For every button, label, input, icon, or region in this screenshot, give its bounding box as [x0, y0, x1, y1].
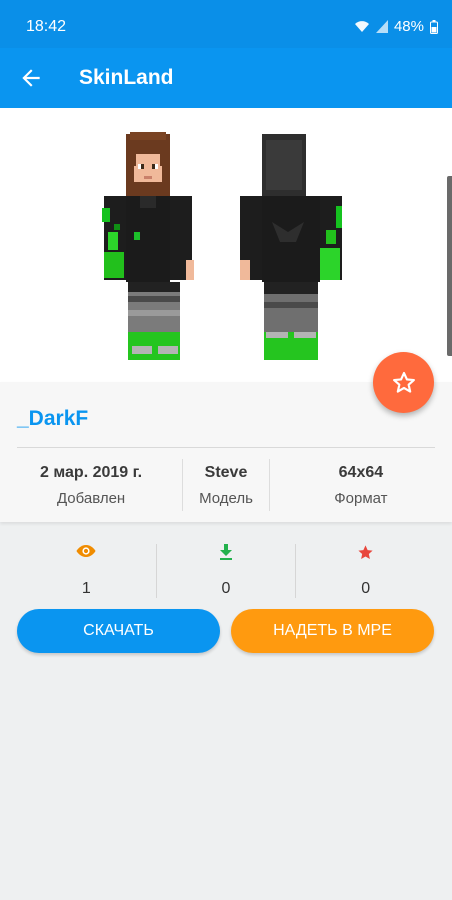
- status-bar: 18:42 48%: [0, 0, 452, 48]
- favorites-count: 0: [361, 580, 371, 597]
- format-label: Формат: [334, 489, 388, 507]
- signal-icon: [375, 20, 388, 33]
- format-value: 64x64: [338, 463, 384, 481]
- meta-format: 64x64 Формат: [270, 448, 452, 522]
- stat-downloads: 0: [157, 544, 296, 598]
- download-button[interactable]: СКАЧАТЬ: [17, 609, 220, 653]
- wifi-icon: [354, 21, 369, 32]
- status-icons: 48%: [354, 18, 438, 35]
- skin-preview: [0, 108, 452, 382]
- meta-added: 2 мар. 2019 г. Добавлен: [0, 448, 182, 522]
- download-icon: [220, 544, 232, 560]
- scroll-indicator: [447, 176, 452, 356]
- model-label: Модель: [199, 489, 253, 507]
- battery-percent: 48%: [393, 18, 424, 35]
- app-bar: SkinLand: [0, 48, 452, 108]
- stat-views: 1: [17, 544, 156, 598]
- arrow-back-icon[interactable]: [18, 65, 44, 91]
- skin-meta: 2 мар. 2019 г. Добавлен Steve Модель 64x…: [0, 448, 452, 522]
- model-value: Steve: [204, 463, 248, 481]
- status-time: 18:42: [26, 18, 67, 35]
- skin-back-image: [240, 134, 342, 360]
- star-outline-icon: [392, 371, 415, 393]
- skin-name: _DarkF: [17, 407, 89, 430]
- added-label: Добавлен: [56, 489, 126, 507]
- favorite-fab-button[interactable]: [373, 352, 434, 413]
- meta-model: Steve Модель: [183, 448, 269, 522]
- apply-in-mcpe-button[interactable]: НАДЕТЬ В МРЕ: [231, 609, 434, 653]
- stat-favorites: 0: [296, 544, 435, 598]
- battery-icon: [430, 19, 438, 34]
- app-title: SkinLand: [79, 66, 174, 89]
- downloads-count: 0: [221, 580, 231, 597]
- eye-icon: [76, 545, 96, 557]
- stats-row: 1 0 0: [17, 544, 435, 598]
- star-icon: [358, 545, 373, 559]
- added-value: 2 мар. 2019 г.: [40, 463, 143, 481]
- skin-front-image: [102, 132, 194, 360]
- views-count: 1: [81, 580, 91, 597]
